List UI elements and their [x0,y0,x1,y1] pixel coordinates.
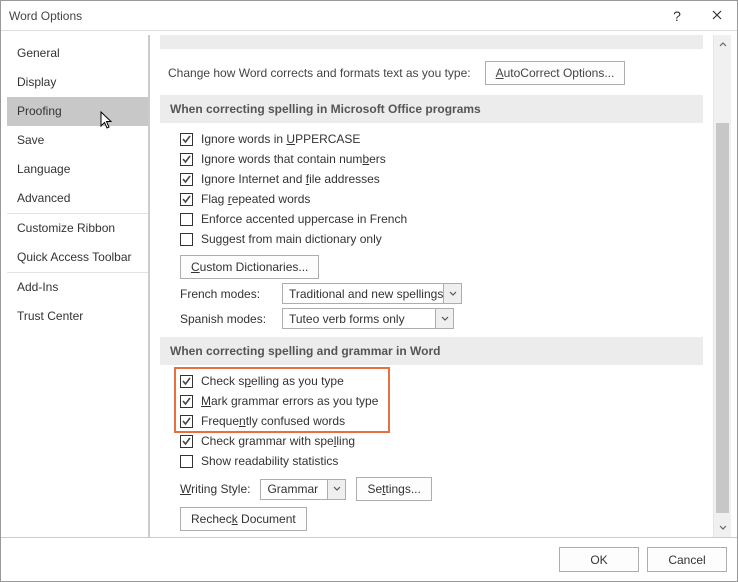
label-ignore-internet: Ignore Internet and file addresses [201,172,380,186]
sidebar-item-quick-access-toolbar[interactable]: Quick Access Toolbar [7,243,148,272]
section-strip [160,35,703,49]
sidebar-item-proofing[interactable]: Proofing [7,97,148,126]
scroll-down-icon[interactable] [714,519,731,537]
settings-button[interactable]: Settings... [356,477,431,501]
checkbox-enforce-french-accent[interactable] [180,213,193,226]
window-title: Word Options [9,9,657,23]
word-options-dialog: Word Options ? General Display Proofing … [0,0,738,582]
titlebar: Word Options ? [1,1,737,31]
french-modes-label: French modes: [180,287,276,301]
sidebar-item-display[interactable]: Display [7,68,148,97]
sidebar-item-advanced[interactable]: Advanced [7,184,148,213]
french-modes-combo[interactable]: Traditional and new spellings [282,283,462,304]
checkbox-flag-repeated[interactable] [180,193,193,206]
label-readability: Show readability statistics [201,454,338,468]
options-content: Change how Word corrects and formats tex… [150,35,731,537]
sidebar-item-customize-ribbon[interactable]: Customize Ribbon [7,213,148,243]
writing-style-combo[interactable]: Grammar [260,479,346,500]
french-modes-value: Traditional and new spellings [289,287,443,301]
sidebar-item-add-ins[interactable]: Add-Ins [7,272,148,302]
ok-button[interactable]: OK [559,547,639,572]
spanish-modes-combo[interactable]: Tuteo verb forms only [282,308,454,329]
vertical-scrollbar[interactable] [713,35,731,537]
group-heading-office: When correcting spelling in Microsoft Of… [160,95,703,123]
category-sidebar: General Display Proofing Save Language A… [7,35,149,537]
help-icon: ? [673,8,681,24]
label-ignore-numbers: Ignore words that contain numbers [201,152,386,166]
checkbox-main-dictionary[interactable] [180,233,193,246]
sidebar-item-save[interactable]: Save [7,126,148,155]
custom-dictionaries-button[interactable]: Custom Dictionaries... [180,255,319,279]
close-button[interactable] [697,1,737,30]
scroll-track[interactable] [714,53,731,519]
label-enforce-french-accent: Enforce accented uppercase in French [201,212,407,226]
checkbox-ignore-internet[interactable] [180,173,193,186]
checkbox-readability[interactable] [180,455,193,468]
chevron-down-icon [327,480,345,499]
label-main-dictionary: Suggest from main dictionary only [201,232,382,246]
chevron-down-icon [443,284,461,303]
label-ignore-uppercase: Ignore words in UPPERCASE [201,132,360,146]
spanish-modes-label: Spanish modes: [180,312,276,326]
highlight-annotation [174,367,390,433]
sidebar-item-trust-center[interactable]: Trust Center [7,302,148,331]
close-icon [712,9,722,23]
checkbox-grammar-with-spelling[interactable] [180,435,193,448]
writing-style-value: Grammar [267,482,327,496]
autocorrect-row: Change how Word corrects and formats tex… [168,61,703,85]
sidebar-item-general[interactable]: General [7,39,148,68]
cancel-button[interactable]: Cancel [647,547,727,572]
sidebar-item-language[interactable]: Language [7,155,148,184]
group-heading-word: When correcting spelling and grammar in … [160,337,703,365]
label-flag-repeated: Flag repeated words [201,192,310,206]
autocorrect-options-button[interactable]: AutoCorrect Options... [485,61,626,85]
checkbox-ignore-uppercase[interactable] [180,133,193,146]
help-button[interactable]: ? [657,1,697,30]
dialog-footer: OK Cancel [1,537,737,581]
scroll-thumb[interactable] [716,123,729,513]
recheck-document-button[interactable]: Recheck Document [180,507,307,531]
chevron-down-icon [435,309,453,328]
autocorrect-description: Change how Word corrects and formats tex… [168,66,471,80]
spanish-modes-value: Tuteo verb forms only [289,312,435,326]
label-grammar-with-spelling: Check grammar with spelling [201,434,355,448]
checkbox-ignore-numbers[interactable] [180,153,193,166]
writing-style-label: Writing Style: [180,482,250,496]
scroll-up-icon[interactable] [714,35,731,53]
